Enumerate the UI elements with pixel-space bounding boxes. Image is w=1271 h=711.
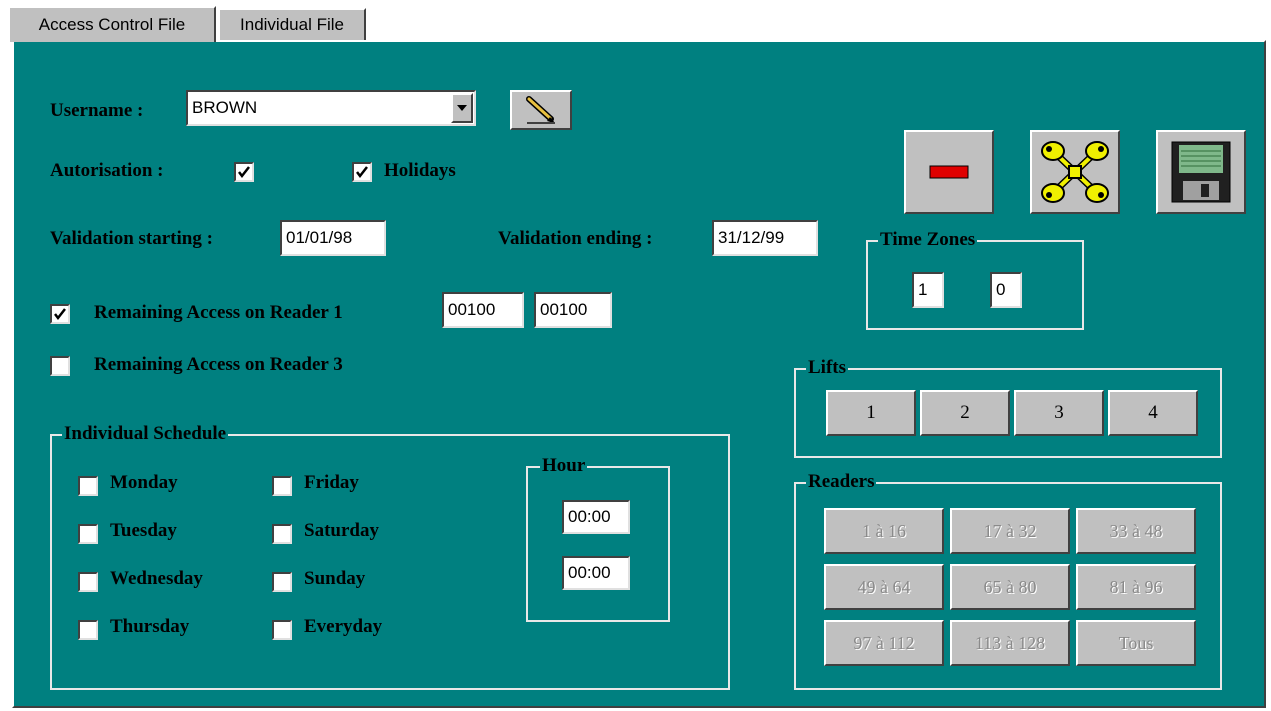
hour-end-value: 00:00: [568, 563, 611, 582]
hour-group: Hour 00:00 00:00: [526, 455, 670, 622]
readers-17-32-button[interactable]: 17 à 32: [950, 508, 1070, 554]
hour-end-field[interactable]: 00:00: [562, 556, 630, 590]
thursday-checkbox[interactable]: [78, 620, 98, 640]
save-button[interactable]: [1156, 130, 1246, 214]
monday-checkbox[interactable]: [78, 476, 98, 496]
lift-button-label: 4: [1148, 402, 1158, 423]
lift-button-2[interactable]: 2: [920, 390, 1010, 436]
username-value: BROWN: [192, 98, 258, 117]
reader3-checkbox[interactable]: [50, 356, 70, 376]
lift-button-label: 3: [1054, 402, 1064, 423]
reader1-value-b: 00100: [540, 300, 588, 319]
lift-button-label: 1: [866, 402, 876, 423]
readers-button-label: 1 à 16: [862, 520, 906, 541]
readers-65-80-button[interactable]: 65 à 80: [950, 564, 1070, 610]
saturday-checkbox[interactable]: [272, 524, 292, 544]
sunday-checkbox[interactable]: [272, 572, 292, 592]
everyday-label: Everyday: [304, 616, 383, 637]
holidays-label: Holidays: [384, 160, 456, 181]
sunday-label: Sunday: [304, 568, 366, 589]
time-zone-2-field[interactable]: 0: [990, 272, 1022, 308]
lift-button-4[interactable]: 4: [1108, 390, 1198, 436]
time-zone-1-value: 1: [918, 280, 928, 299]
readers-49-64-button[interactable]: 49 à 64: [824, 564, 944, 610]
time-zones-group: Time Zones 1 0: [866, 229, 1084, 330]
autorisation-label: Autorisation :: [50, 160, 164, 181]
edit-button[interactable]: [510, 90, 572, 130]
combo-dropdown-button[interactable]: [451, 93, 473, 123]
saturday-label: Saturday: [304, 520, 379, 541]
readers-113-128-button[interactable]: 113 à 128: [950, 620, 1070, 666]
monday-label: Monday: [110, 472, 178, 493]
readers-button-label: 65 à 80: [983, 576, 1037, 597]
tab-label: Access Control File: [38, 15, 186, 34]
readers-button-label: 17 à 32: [983, 520, 1037, 541]
lift-button-1[interactable]: 1: [826, 390, 916, 436]
reader1-checkbox[interactable]: [50, 304, 70, 324]
readers-button-label: 49 à 64: [857, 576, 911, 597]
readers-1-16-button[interactable]: 1 à 16: [824, 508, 944, 554]
readers-button-label: 33 à 48: [1109, 520, 1163, 541]
wednesday-label: Wednesday: [110, 568, 203, 589]
tuesday-checkbox[interactable]: [78, 524, 98, 544]
access-control-panel: Username : BROWN Autorisation : Holidays…: [12, 40, 1266, 708]
pencil-icon: [526, 96, 555, 124]
keys-icon: [1041, 141, 1109, 203]
username-combo[interactable]: BROWN: [186, 90, 476, 126]
individual-schedule-group: Individual Schedule Monday Tuesday Wedne…: [50, 423, 730, 690]
validation-end-value: 31/12/99: [718, 228, 785, 247]
friday-checkbox[interactable]: [272, 476, 292, 496]
autorisation-checkbox[interactable]: [234, 162, 254, 182]
everyday-checkbox[interactable]: [272, 620, 292, 640]
readers-81-96-button[interactable]: 81 à 96: [1076, 564, 1196, 610]
validation-end-field[interactable]: 31/12/99: [712, 220, 818, 256]
lift-button-3[interactable]: 3: [1014, 390, 1104, 436]
keys-button[interactable]: [1030, 130, 1120, 214]
lift-button-label: 2: [960, 402, 970, 423]
tab-label: Individual File: [240, 15, 344, 34]
friday-label: Friday: [304, 472, 359, 493]
checkmark-icon: [54, 308, 66, 321]
delete-button[interactable]: [904, 130, 994, 214]
reader1-remaining-field-b[interactable]: 00100: [534, 292, 612, 328]
validation-start-label: Validation starting :: [50, 228, 213, 249]
readers-97-112-button[interactable]: 97 à 112: [824, 620, 944, 666]
reader1-value-a: 00100: [448, 300, 496, 319]
readers-title: Readers: [806, 471, 877, 493]
hour-title: Hour: [540, 455, 588, 477]
reader1-remaining-field-a[interactable]: 00100: [442, 292, 524, 328]
readers-group: Readers 1 à 16 17 à 32 33 à 48 49 à 64 6…: [794, 471, 1222, 690]
tab-access-control-file[interactable]: Access Control File: [8, 6, 216, 42]
readers-button-label: Tous: [1118, 632, 1154, 653]
tab-individual-file[interactable]: Individual File: [218, 8, 366, 40]
username-label: Username :: [50, 100, 144, 121]
minus-icon: [929, 165, 969, 179]
chevron-down-icon: [457, 105, 467, 111]
lifts-title: Lifts: [806, 357, 848, 379]
holidays-checkbox[interactable]: [352, 162, 372, 182]
hour-start-value: 00:00: [568, 507, 611, 526]
thursday-label: Thursday: [110, 616, 190, 637]
validation-start-value: 01/01/98: [286, 228, 353, 247]
validation-start-field[interactable]: 01/01/98: [280, 220, 386, 256]
reader3-label: Remaining Access on Reader 3: [94, 354, 343, 375]
time-zones-title: Time Zones: [878, 229, 978, 251]
reader1-label: Remaining Access on Reader 1: [94, 302, 343, 323]
readers-all-button[interactable]: Tous: [1076, 620, 1196, 666]
readers-button-label: 81 à 96: [1109, 576, 1163, 597]
readers-33-48-button[interactable]: 33 à 48: [1076, 508, 1196, 554]
validation-end-label: Validation ending :: [498, 228, 653, 249]
tuesday-label: Tuesday: [110, 520, 177, 541]
checkmark-icon: [356, 166, 368, 179]
floppy-disk-icon: [1171, 141, 1231, 203]
time-zone-1-field[interactable]: 1: [912, 272, 944, 308]
checkmark-icon: [238, 166, 250, 179]
time-zone-2-value: 0: [996, 280, 1006, 299]
readers-button-label: 97 à 112: [853, 632, 915, 653]
lifts-group: Lifts 1 2 3 4: [794, 357, 1222, 458]
hour-start-field[interactable]: 00:00: [562, 500, 630, 534]
readers-button-label: 113 à 128: [974, 632, 1046, 653]
wednesday-checkbox[interactable]: [78, 572, 98, 592]
individual-schedule-title: Individual Schedule: [62, 423, 229, 445]
